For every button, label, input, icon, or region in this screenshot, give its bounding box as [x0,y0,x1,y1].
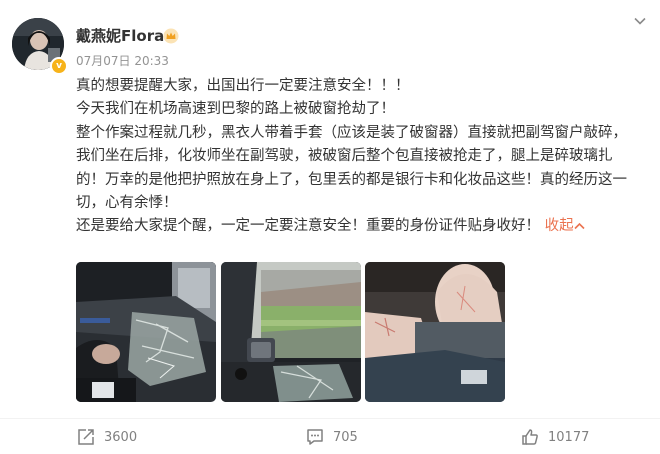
post-paragraph: 真的想要提醒大家，出国出行一定要注意安全！！！ [76,78,410,94]
thumbs-up-icon [522,429,538,445]
collapse-label: 收起 [544,218,574,235]
photo-injured-leg[interactable] [365,262,505,402]
weibo-post: v 戴燕妮Flora 07月07日 20:33 真的想要提醒大家，出国出行一定要… [0,0,660,454]
photo-car-interior[interactable] [76,262,216,402]
comment-count: 705 [333,430,358,445]
post-paragraph-last: 还是要给大家提个醒，一定一定要注意安全！重要的身份证件贴身收好！ 收起 [76,215,636,238]
verified-badge-icon: v [50,57,68,75]
chevron-down-icon[interactable] [633,14,647,28]
post-paragraph: 还是要给大家提个醒，一定一定要注意安全！重要的身份证件贴身收好！ [76,218,540,235]
action-divider [0,418,660,419]
post-paragraph: 整个作案过程就几秒，黑衣人带着手套（应该是装了破窗器）直接就把副驾窗户敲碎，我们… [76,124,627,212]
repost-count: 3600 [104,430,138,445]
post-paragraph: 今天我们在机场高速到巴黎的路上被破窗抢劫了！ [76,101,395,118]
like-count: 10177 [548,430,590,445]
crown-icon [163,28,179,44]
post-timestamp[interactable]: 07月07日 20:33 [76,52,169,69]
collapse-link[interactable]: 收起 [545,218,585,234]
author-name[interactable]: 戴燕妮Flora [76,25,164,46]
photo-broken-window[interactable] [221,262,361,402]
repost-icon [78,429,94,445]
comment-icon [307,429,323,445]
post-content: 真的想要提醒大家，出国出行一定要注意安全！！！ 今天我们在机场高速到巴黎的路上被… [76,75,636,239]
chevron-up-icon [574,223,585,230]
